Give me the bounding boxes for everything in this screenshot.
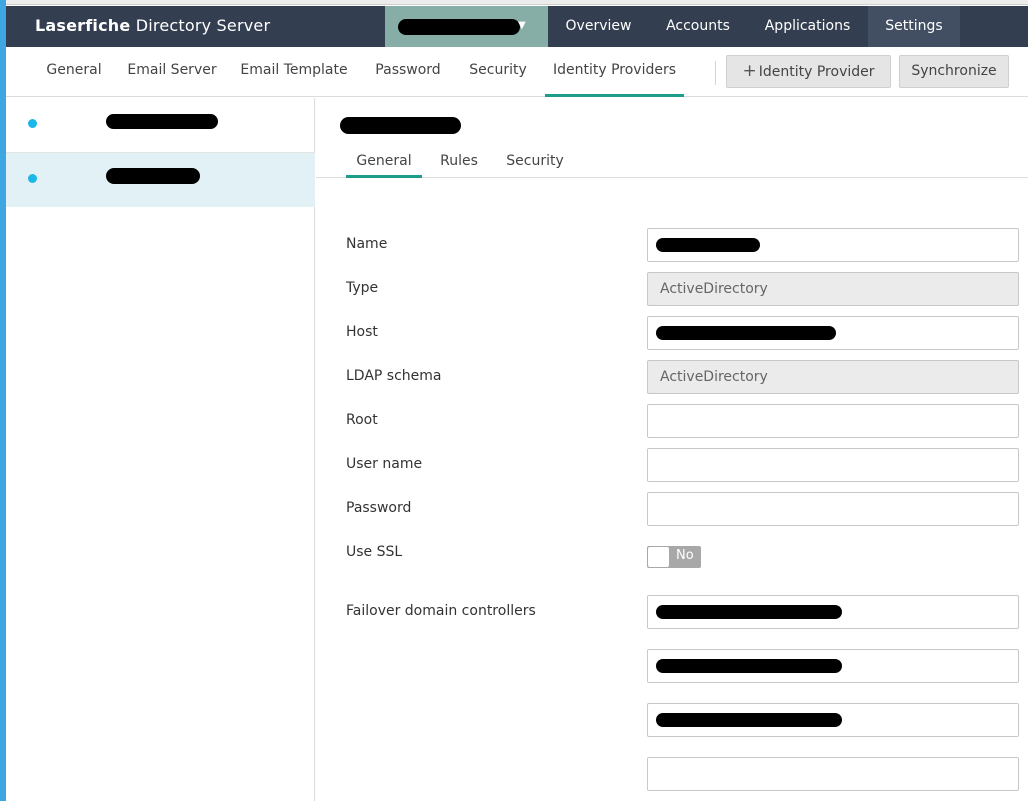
host-field[interactable] <box>647 316 1019 350</box>
failover-label: Failover domain controllers <box>346 603 536 619</box>
root-label: Root <box>346 412 378 428</box>
type-label: Type <box>346 280 379 296</box>
detail-tab-security[interactable]: Security <box>501 145 569 178</box>
tab-email-template[interactable]: Email Template <box>232 47 356 97</box>
redacted-name-value <box>656 238 760 252</box>
failover-field-2[interactable] <box>647 649 1019 683</box>
nav-accounts[interactable]: Accounts <box>649 6 747 47</box>
detail-tab-rules[interactable]: Rules <box>433 145 485 178</box>
tab-password[interactable]: Password <box>363 47 453 97</box>
redacted-failover-value <box>656 713 842 727</box>
chevron-down-icon: ▼ <box>518 20 526 31</box>
tab-email-server[interactable]: Email Server <box>120 47 224 97</box>
redacted-failover-value <box>656 605 842 619</box>
add-identity-provider-button[interactable]: + Identity Provider <box>726 55 891 88</box>
window-top-edge <box>6 0 1028 5</box>
name-label: Name <box>346 236 388 252</box>
password-field[interactable] <box>647 492 1019 526</box>
nav-settings[interactable]: Settings <box>868 6 960 47</box>
username-field[interactable] <box>647 448 1019 482</box>
failover-field-1[interactable] <box>647 595 1019 629</box>
redacted-host-value <box>656 326 836 340</box>
password-label: Password <box>346 500 412 516</box>
add-identity-provider-label: Identity Provider <box>758 64 875 80</box>
host-label: Host <box>346 324 378 340</box>
ldap-schema-label: LDAP schema <box>346 368 442 384</box>
name-field[interactable] <box>647 228 1019 262</box>
nav-overview[interactable]: Overview <box>548 6 649 47</box>
list-item[interactable] <box>6 98 315 153</box>
redacted-failover-value <box>656 659 842 673</box>
redacted-provider-name <box>106 168 200 184</box>
use-ssl-label: Use SSL <box>346 544 403 560</box>
nav-applications[interactable]: Applications <box>747 6 868 47</box>
toggle-knob <box>648 547 669 567</box>
detail-tab-general[interactable]: General <box>346 145 422 178</box>
detail-tabbar: General Rules Security <box>316 145 1028 178</box>
type-field: ActiveDirectory <box>647 272 1019 306</box>
failover-field-3[interactable] <box>647 703 1019 737</box>
identity-provider-list <box>6 98 315 801</box>
failover-field-4[interactable] <box>647 757 1019 791</box>
app-title-bold: Laserfiche <box>35 16 131 35</box>
status-dot-icon <box>28 119 37 128</box>
server-selector-dropdown[interactable]: ▼ <box>385 6 548 47</box>
list-item-selected[interactable] <box>6 153 315 207</box>
settings-tabbar: General Email Server Email Template Pass… <box>6 47 1028 97</box>
root-field[interactable] <box>647 404 1019 438</box>
plus-icon: + <box>742 61 757 81</box>
top-header: Laserfiche Directory Server ▼ Overview A… <box>6 6 1028 47</box>
redacted-detail-title <box>340 117 461 134</box>
tab-identity-providers[interactable]: Identity Providers <box>545 47 684 97</box>
tab-general[interactable]: General <box>32 47 116 97</box>
status-dot-icon <box>28 174 37 183</box>
redacted-provider-name <box>106 114 218 129</box>
synchronize-button[interactable]: Synchronize <box>899 55 1009 88</box>
username-label: User name <box>346 456 423 472</box>
app-logo: Laserfiche Directory Server <box>35 16 270 35</box>
redacted-server-name <box>398 19 520 35</box>
app-title-rest: Directory Server <box>130 16 271 35</box>
use-ssl-toggle[interactable]: No <box>647 546 701 568</box>
toolbar-divider <box>715 61 716 85</box>
use-ssl-value: No <box>676 548 694 563</box>
ldap-schema-field: ActiveDirectory <box>647 360 1019 394</box>
tab-security[interactable]: Security <box>461 47 535 97</box>
